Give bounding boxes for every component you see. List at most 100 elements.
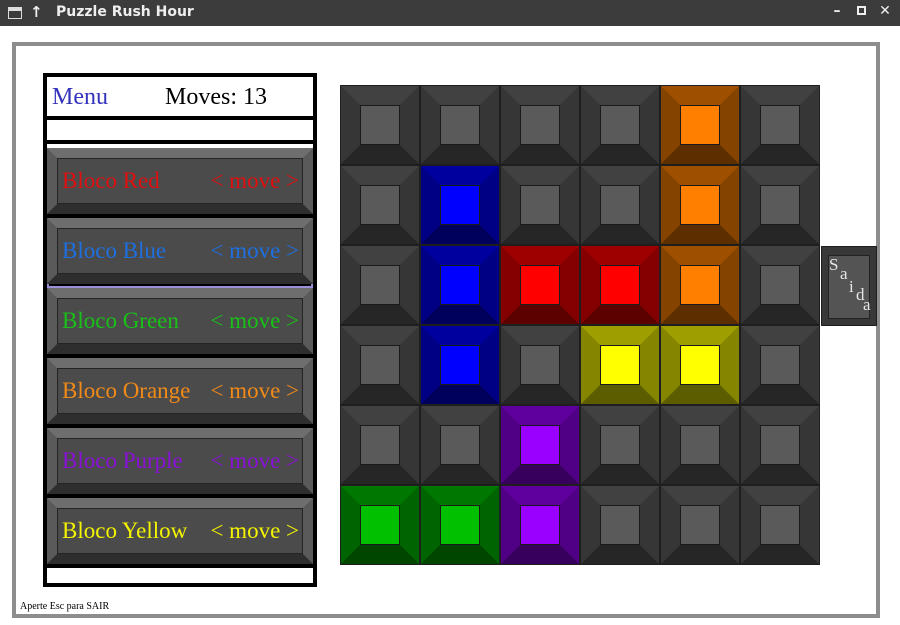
- cell-face: [600, 265, 640, 305]
- block-yellow-cell[interactable]: [580, 325, 660, 405]
- cell-face: [440, 345, 480, 385]
- board-cell: [420, 405, 500, 485]
- board-cell: [500, 165, 580, 245]
- cell-face: [760, 505, 800, 545]
- block-orange-cell[interactable]: [660, 85, 740, 165]
- board-cell: [580, 405, 660, 485]
- block-blue-cell[interactable]: [420, 165, 500, 245]
- board-cell: [580, 85, 660, 165]
- move-label: < move >: [210, 238, 299, 263]
- moves-value: 13: [243, 84, 267, 110]
- exit-label-letter: a: [863, 295, 871, 314]
- block-red-cell[interactable]: [580, 245, 660, 325]
- block-red-cell[interactable]: [500, 245, 580, 325]
- block-yellow-cell[interactable]: [660, 325, 740, 405]
- cell-face: [440, 105, 480, 145]
- moves-label: Moves:: [165, 84, 237, 110]
- block-button-purple[interactable]: Bloco Purple < move >: [47, 428, 313, 498]
- cell-face: [520, 425, 560, 465]
- cell-face: [360, 425, 400, 465]
- cell-face: [760, 425, 800, 465]
- title-bar: ↑ Puzzle Rush Hour – ✕: [0, 0, 900, 26]
- cell-face: [520, 265, 560, 305]
- board-cell: [340, 405, 420, 485]
- cell-face: [520, 345, 560, 385]
- cell-face: [440, 265, 480, 305]
- cell-face: [680, 505, 720, 545]
- board-cell: [580, 165, 660, 245]
- cell-face: [760, 265, 800, 305]
- minimize-button[interactable]: –: [828, 3, 846, 19]
- cell-face: [360, 185, 400, 225]
- board-cell: [740, 245, 820, 325]
- cell-face: [680, 425, 720, 465]
- board-cell: [660, 405, 740, 485]
- block-blue-cell[interactable]: [420, 325, 500, 405]
- block-blue-cell[interactable]: [420, 245, 500, 325]
- exit-label-letter: S: [829, 255, 839, 274]
- move-label: < move >: [210, 448, 299, 473]
- cell-face: [760, 345, 800, 385]
- cell-face: [600, 425, 640, 465]
- cell-face: [520, 505, 560, 545]
- cell-face: [440, 425, 480, 465]
- board-cell: [740, 405, 820, 485]
- exit-label-letter: a: [840, 264, 848, 283]
- board-cell: [740, 485, 820, 565]
- block-green-cell[interactable]: [340, 485, 420, 565]
- block-button-blue[interactable]: Bloco Blue < move >: [47, 218, 313, 288]
- block-button-label: Bloco Yellow: [62, 518, 188, 543]
- board-cell: [340, 165, 420, 245]
- cell-face: [760, 185, 800, 225]
- menu-button[interactable]: Menu: [52, 84, 108, 111]
- block-button-label: Bloco Orange: [62, 378, 191, 403]
- moves-counter: Moves: 13: [165, 84, 267, 111]
- board-cell: [340, 325, 420, 405]
- block-orange-cell[interactable]: [660, 245, 740, 325]
- maximize-button[interactable]: [852, 3, 870, 19]
- board-cell: [500, 325, 580, 405]
- block-button-label: Bloco Purple: [62, 448, 183, 473]
- cell-face: [760, 105, 800, 145]
- maximize-icon: [856, 6, 866, 15]
- close-button[interactable]: ✕: [876, 3, 894, 19]
- block-orange-cell[interactable]: [660, 165, 740, 245]
- cell-face: [360, 505, 400, 545]
- move-label: < move >: [210, 378, 299, 403]
- block-button-label: Bloco Red: [62, 168, 160, 193]
- move-label: < move >: [210, 308, 299, 333]
- cell-face: [360, 105, 400, 145]
- window-title: Puzzle Rush Hour: [56, 4, 194, 20]
- block-button-label: Bloco Green: [62, 308, 179, 333]
- block-purple-cell[interactable]: [500, 485, 580, 565]
- block-green-cell[interactable]: [420, 485, 500, 565]
- cell-face: [520, 185, 560, 225]
- block-button-red[interactable]: Bloco Red < move >: [47, 148, 313, 218]
- cell-face: [360, 265, 400, 305]
- cell-face: [680, 265, 720, 305]
- cell-face: [600, 345, 640, 385]
- exit-hint: Aperte Esc para SAIR: [20, 601, 110, 612]
- block-button-green[interactable]: Bloco Green < move >: [47, 288, 313, 358]
- board-cell: [740, 85, 820, 165]
- arrow-up-icon[interactable]: ↑: [30, 3, 43, 21]
- board-cell: [740, 165, 820, 245]
- game-board: [340, 85, 820, 565]
- cell-face: [680, 105, 720, 145]
- block-button-orange[interactable]: Bloco Orange < move >: [47, 358, 313, 428]
- cell-face: [600, 185, 640, 225]
- block-button-label: Bloco Blue: [62, 238, 167, 263]
- panel-spacer: [47, 120, 313, 144]
- board-cell: [340, 245, 420, 325]
- move-label: < move >: [210, 168, 299, 193]
- board-cell: [420, 85, 500, 165]
- cell-face: [600, 105, 640, 145]
- block-purple-cell[interactable]: [500, 405, 580, 485]
- board-cell: [740, 325, 820, 405]
- move-label: < move >: [210, 518, 299, 543]
- cell-face: [600, 505, 640, 545]
- cell-face: [680, 345, 720, 385]
- board-cell: [500, 85, 580, 165]
- block-button-yellow[interactable]: Bloco Yellow < move >: [47, 498, 313, 568]
- exit-label-letter: i: [849, 277, 854, 296]
